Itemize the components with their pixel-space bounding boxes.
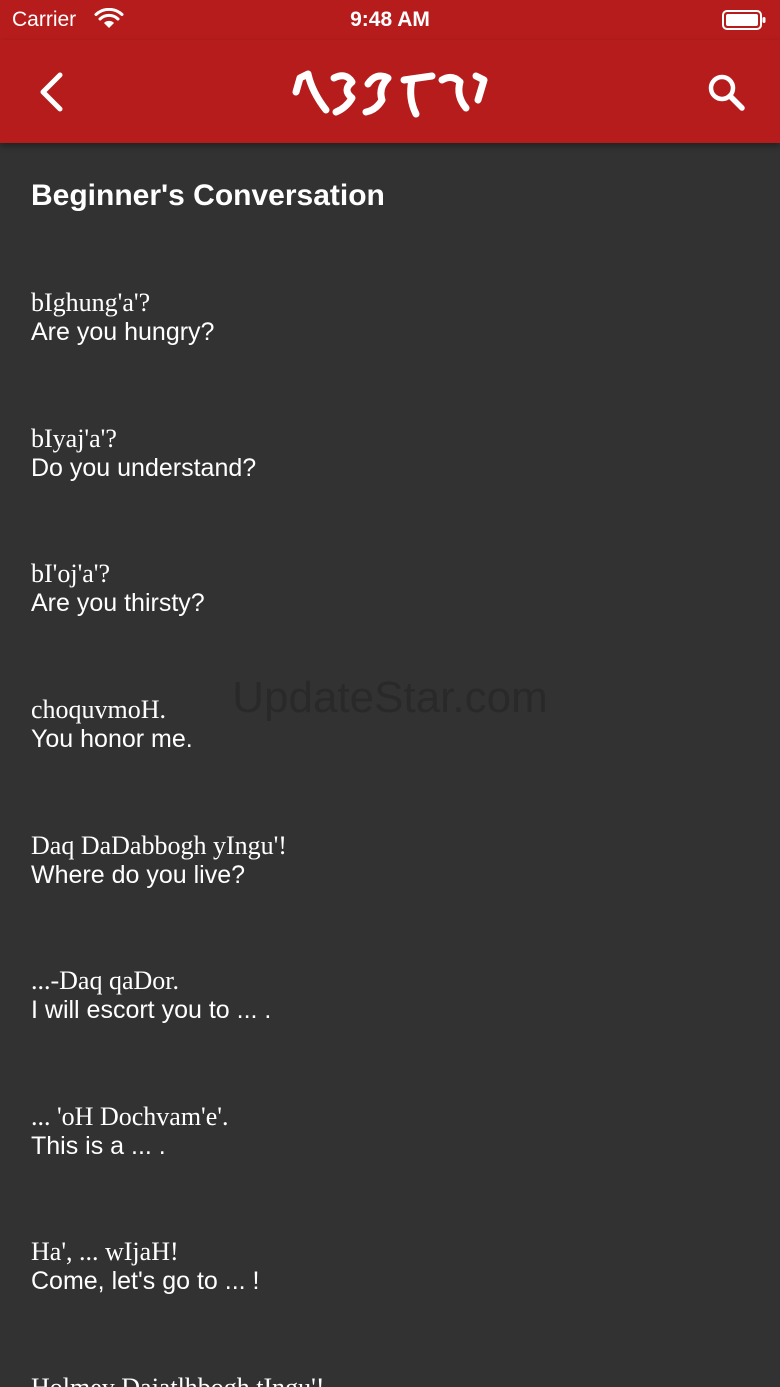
phrase-item[interactable]: ... 'oH Dochvam'e'. This is a ... . — [31, 1102, 731, 1160]
klingon-phrase: bIghung'a'? — [31, 288, 151, 317]
status-bar: Carrier 9:48 AM — [0, 0, 780, 40]
english-translation: Are you hungry? — [31, 318, 215, 346]
chevron-left-icon[interactable] — [30, 70, 74, 114]
klingon-script-logo — [292, 70, 488, 118]
clock: 9:48 AM — [350, 8, 430, 31]
english-translation: Are you thirsty? — [31, 589, 205, 617]
english-translation: You honor me. — [31, 725, 193, 753]
english-translation: Come, let's go to ... ! — [31, 1267, 260, 1295]
search-icon[interactable] — [704, 70, 750, 116]
phrase-item[interactable]: choquvmoH. You honor me. — [31, 695, 731, 753]
phrase-item[interactable]: bIyaj'a'? Do you understand? — [31, 424, 731, 482]
klingon-phrase: choquvmoH. — [31, 695, 167, 724]
phrase-item[interactable]: Daq DaDabbogh yIngu'! Where do you live? — [31, 831, 731, 889]
english-translation: I will escort you to ... . — [31, 996, 272, 1024]
klingon-phrase: Holmey Dajatlhbogh tIngu'! — [31, 1373, 731, 1387]
navigation-bar — [0, 40, 780, 143]
english-translation: Where do you live? — [31, 861, 246, 889]
phrase-item[interactable]: bI'oj'a'? Are you thirsty? — [31, 559, 731, 617]
phrase-item[interactable]: bIghung'a'? Are you hungry? — [31, 288, 731, 346]
battery-icon — [722, 10, 766, 30]
klingon-phrase: Daq DaDabbogh yIngu'! — [31, 831, 287, 860]
klingon-phrase: bI'oj'a'? — [31, 559, 111, 588]
english-translation: Do you understand? — [31, 454, 257, 482]
klingon-phrase: ... 'oH Dochvam'e'. — [31, 1102, 229, 1131]
phrase-item[interactable]: Ha', ... wIjaH! Come, let's go to ... ! — [31, 1237, 731, 1295]
english-translation: This is a ... . — [31, 1132, 166, 1160]
klingon-phrase: bIyaj'a'? — [31, 424, 117, 453]
klingon-phrase: ...-Daq qaDor. — [31, 966, 180, 995]
phrase-list: Beginner's Conversation bIghung'a'? Are … — [0, 143, 780, 1387]
klingon-phrase: Ha', ... wIjaH! — [31, 1237, 179, 1266]
phrase-item[interactable]: ...-Daq qaDor. I will escort you to ... … — [31, 966, 731, 1024]
section-title: Beginner's Conversation — [31, 179, 385, 212]
phrase-item[interactable]: Holmey Dajatlhbogh tIngu'! — [31, 1373, 731, 1387]
